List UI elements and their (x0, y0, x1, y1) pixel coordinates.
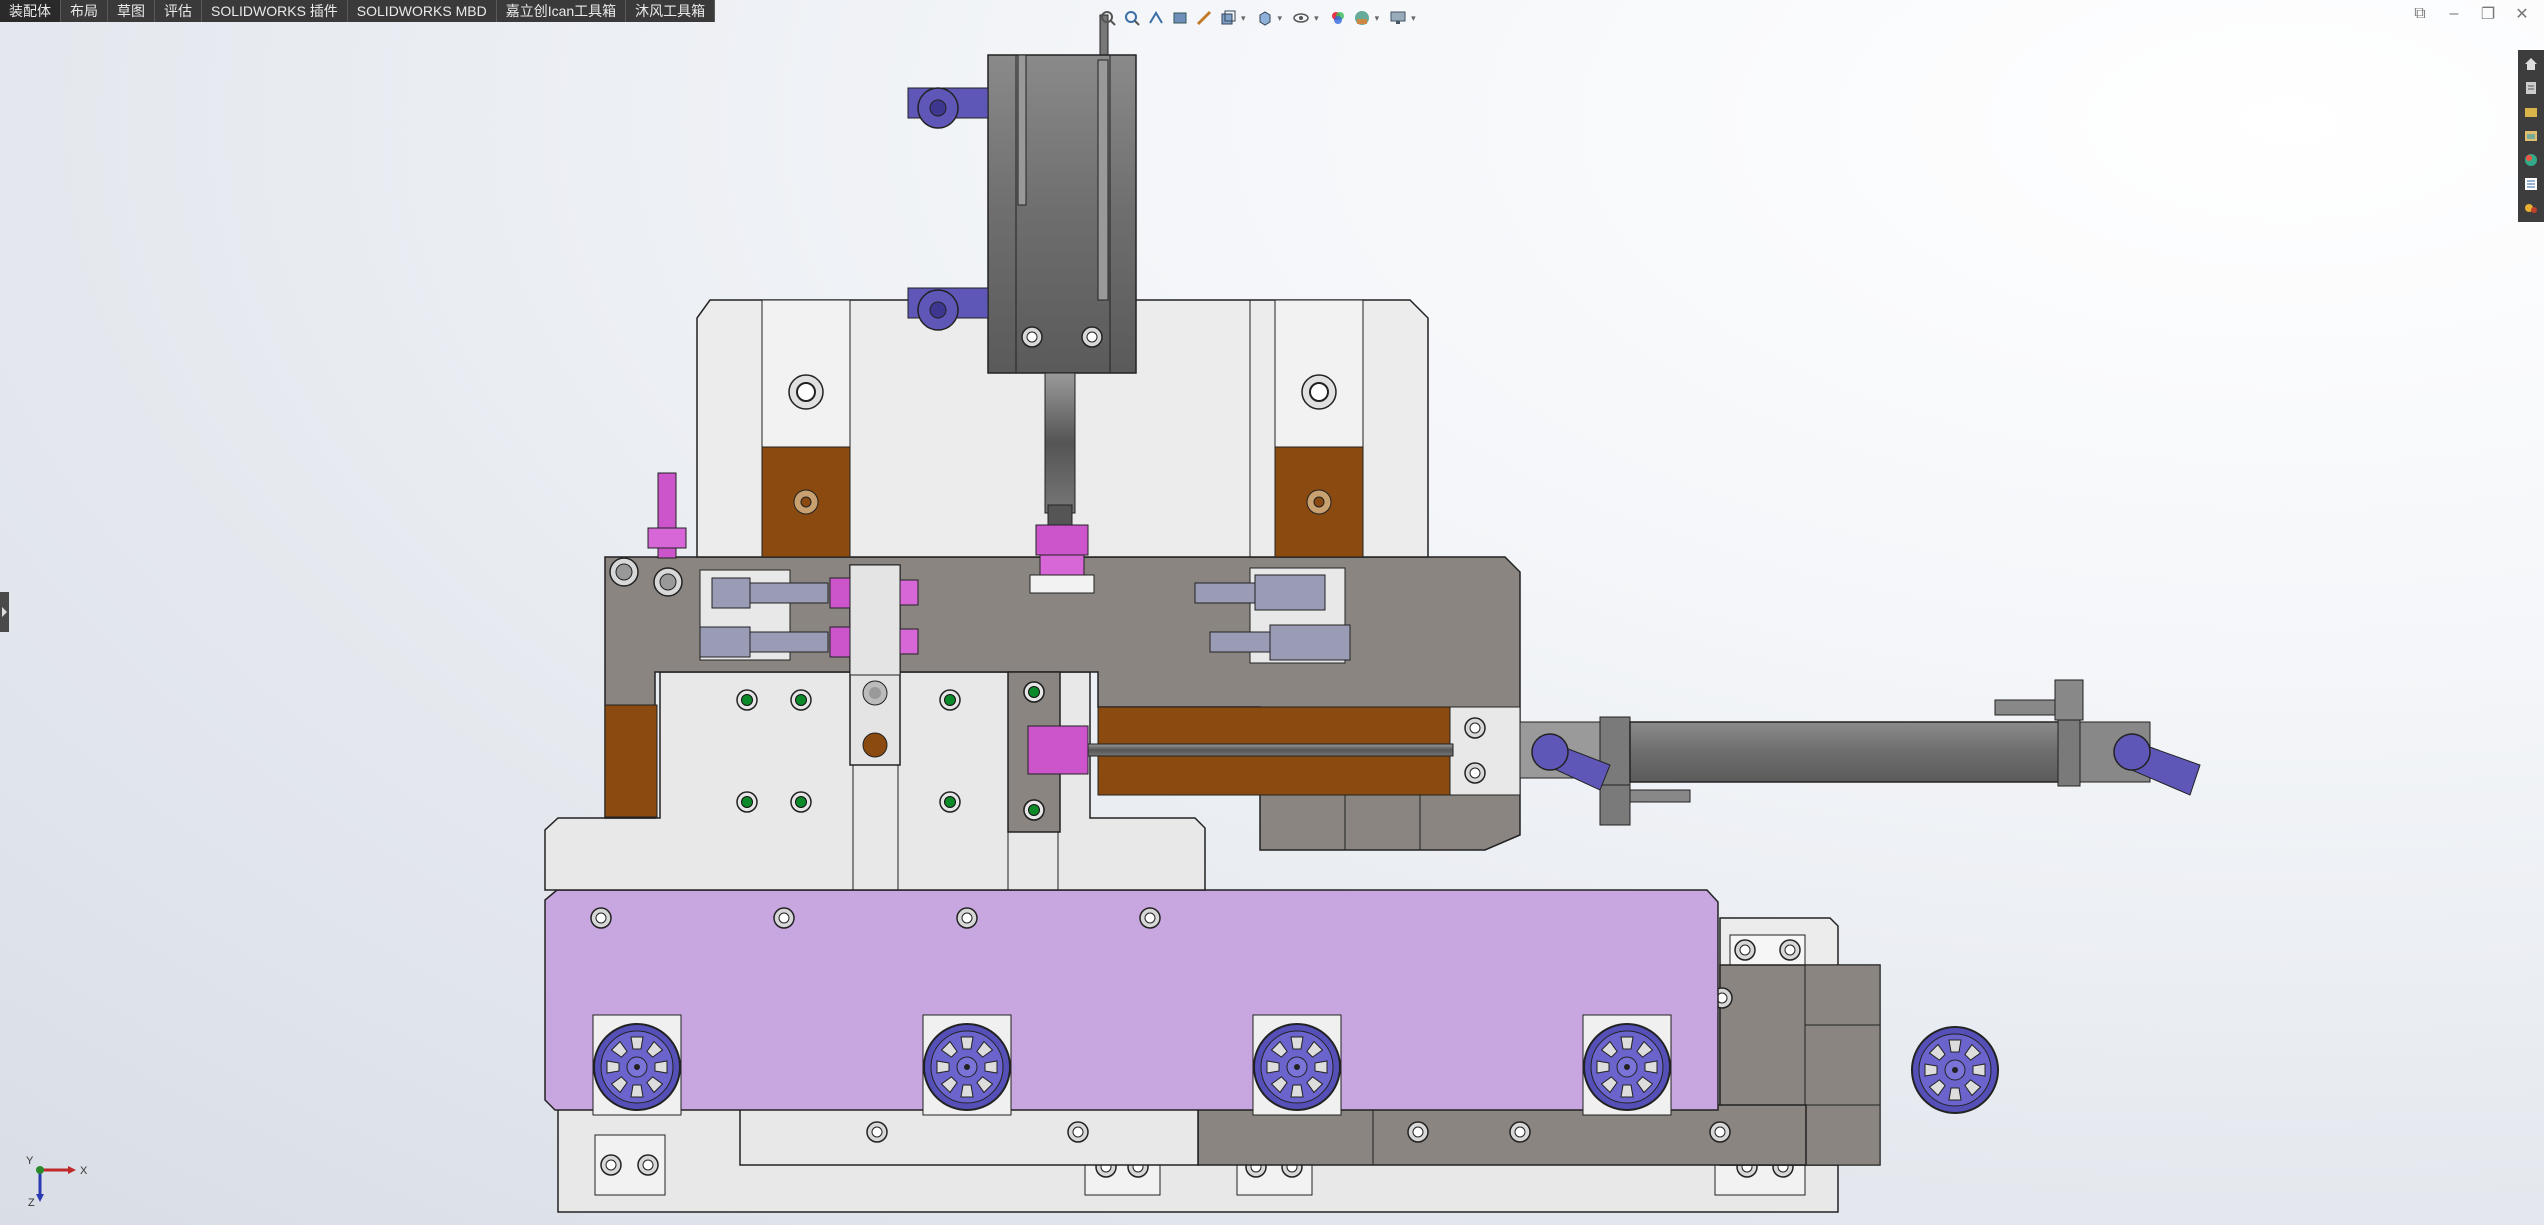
file-explorer-icon[interactable] (2518, 125, 2544, 147)
view-settings-dropdown-icon[interactable]: ▾ (1411, 13, 1416, 24)
triad-x-label: X (80, 1165, 88, 1177)
tab-solidworks-mbd[interactable]: SOLIDWORKS MBD (348, 0, 497, 22)
vertical-cylinder-fittings (907, 87, 989, 331)
window-controls: ⧉ – ❐ ✕ (2410, 4, 2532, 24)
triad-y-label: Y (26, 1155, 34, 1167)
zoom-to-area-icon[interactable] (1121, 7, 1143, 29)
tab-sketch[interactable]: 草图 (108, 0, 155, 22)
resources-icon[interactable] (2518, 77, 2544, 99)
command-manager-tabs: 装配体 布局 草图 评估 SOLIDWORKS 插件 SOLIDWORKS MB… (0, 0, 716, 22)
feature-manager-toggle[interactable] (0, 592, 9, 632)
appearances-icon[interactable] (2518, 149, 2544, 171)
triad-z-label: Z (28, 1197, 35, 1209)
apply-scene-icon[interactable] (1351, 7, 1373, 29)
horizontal-air-cylinder (1519, 679, 2201, 826)
lavender-carrier-plate (544, 889, 1719, 1116)
tile-icon[interactable]: ⧉ (2410, 4, 2430, 24)
tab-layout[interactable]: 布局 (61, 0, 108, 22)
home-icon[interactable] (2518, 53, 2544, 75)
previous-view-icon[interactable] (1145, 7, 1167, 29)
dynamic-annotation-icon[interactable] (1193, 7, 1215, 29)
indexing-wheel-loose (1911, 1026, 1999, 1114)
hide-show-dropdown-icon[interactable]: ▾ (1314, 13, 1319, 24)
tab-solidworks-addins[interactable]: SOLIDWORKS 插件 (202, 0, 348, 22)
custom-properties-icon[interactable] (2518, 173, 2544, 195)
tab-evaluate[interactable]: 评估 (155, 0, 202, 22)
display-style-icon[interactable] (1254, 7, 1276, 29)
indexing-wheel-2 (923, 1023, 1011, 1111)
section-view-icon[interactable] (1169, 7, 1191, 29)
indexing-wheel-4 (1583, 1023, 1671, 1111)
tab-jlc-toolbox[interactable]: 嘉立创Ican工具箱 (497, 0, 627, 22)
display-style-dropdown-icon[interactable]: ▾ (1278, 13, 1283, 24)
add-ins-icon[interactable] (2518, 197, 2544, 219)
edit-appearance-icon[interactable] (1327, 7, 1349, 29)
restore-icon[interactable]: ❐ (2478, 4, 2498, 24)
reference-triad: X Y Z (26, 1155, 88, 1209)
zoom-to-fit-icon[interactable] (1097, 7, 1119, 29)
apply-scene-dropdown-icon[interactable]: ▾ (1375, 13, 1380, 24)
close-icon[interactable]: ✕ (2512, 4, 2532, 24)
tab-assembly[interactable]: 装配体 (0, 0, 61, 22)
heads-up-view-toolbar: ▾ ▾ ▾ ▾ ▾ (1097, 3, 1422, 33)
indexing-wheel-3 (1253, 1023, 1341, 1111)
view-settings-icon[interactable] (1387, 7, 1409, 29)
view-orientation-icon[interactable] (1217, 7, 1239, 29)
task-pane-tabs (2518, 50, 2544, 222)
view-orientation-dropdown-icon[interactable]: ▾ (1241, 13, 1246, 24)
cad-graphics-area[interactable] (0, 0, 2544, 1225)
design-library-icon[interactable] (2518, 101, 2544, 123)
minimize-icon[interactable]: – (2444, 4, 2464, 24)
tab-mufeng-toolbox[interactable]: 沐风工具箱 (626, 0, 716, 22)
indexing-wheel-1 (593, 1023, 681, 1111)
hide-show-icon[interactable] (1290, 7, 1312, 29)
magenta-locating-pin (647, 472, 687, 559)
